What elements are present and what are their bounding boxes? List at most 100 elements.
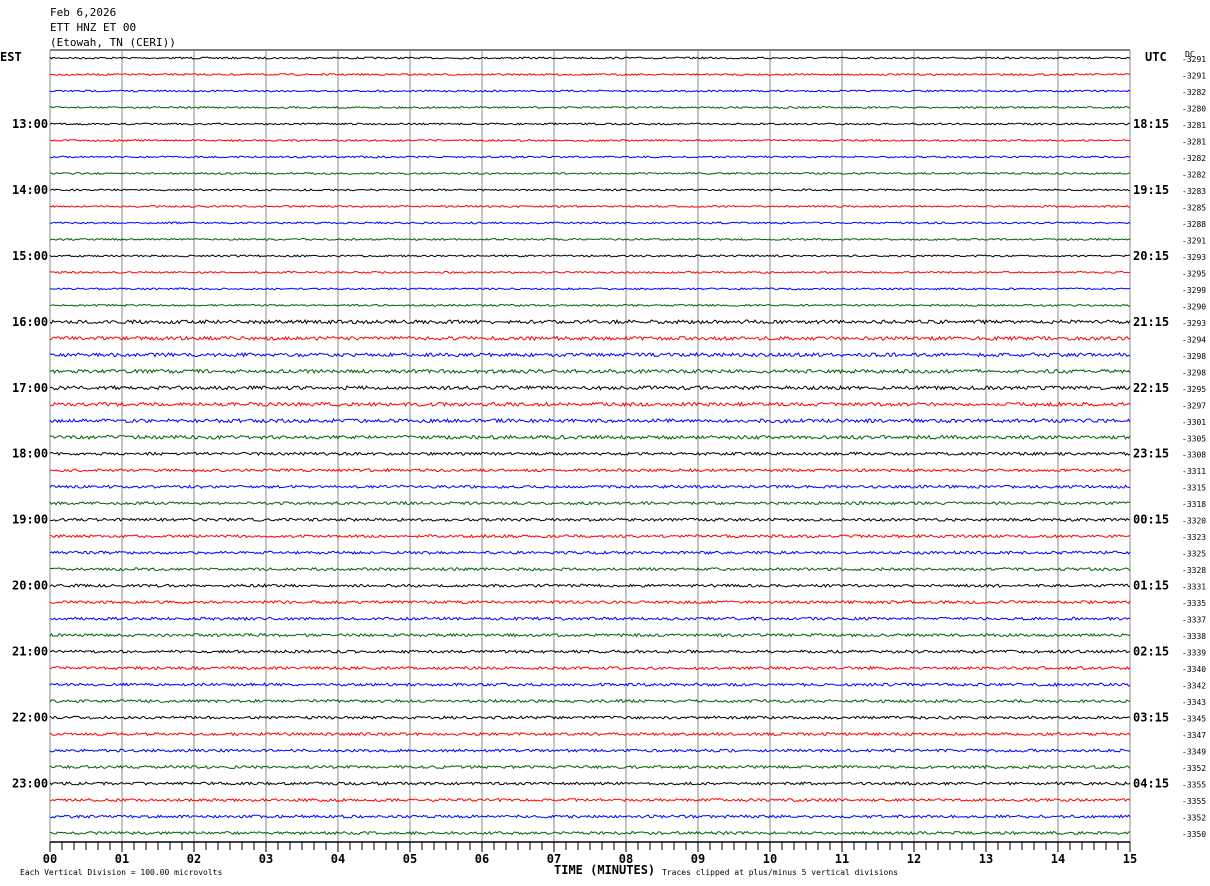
utc-hour-label: 02:15 <box>1133 645 1169 659</box>
dc-offset-label: -3299 <box>1182 286 1206 295</box>
trace-line <box>49 533 1131 539</box>
trace-line <box>50 814 1131 819</box>
dc-offset-label: -3349 <box>1182 748 1206 757</box>
dc-offset-label: -3282 <box>1182 88 1206 97</box>
dc-offset-label: -3350 <box>1182 830 1206 839</box>
trace-line <box>49 500 1131 506</box>
dc-offset-label: -3295 <box>1182 385 1206 394</box>
right-timezone: UTC <box>1145 50 1167 64</box>
trace-line <box>49 616 1130 621</box>
dc-offset-label: -3343 <box>1182 698 1206 707</box>
trace-line <box>49 287 1131 291</box>
dc-offset-label: -3308 <box>1182 451 1206 460</box>
trace-line <box>49 649 1131 654</box>
utc-hour-label: 03:15 <box>1133 711 1169 725</box>
dc-offset-label: -3323 <box>1182 533 1206 542</box>
est-hour-label: 22:00 <box>12 711 48 725</box>
dc-offset-label: -3325 <box>1182 550 1206 559</box>
trace-line <box>49 171 1131 176</box>
trace-line <box>49 764 1131 770</box>
est-hour-label: 17:00 <box>12 381 48 395</box>
dc-offset-label: -3293 <box>1182 319 1206 328</box>
x-tick-label: 03 <box>259 852 273 866</box>
x-tick-label: 06 <box>475 852 489 866</box>
dc-offset-label: -3301 <box>1182 418 1206 427</box>
dc-offset-label: -3338 <box>1182 632 1206 641</box>
dc-offset-label: -3342 <box>1182 682 1206 691</box>
dc-offset-label: -3290 <box>1182 302 1206 311</box>
utc-hour-label: 21:15 <box>1133 315 1169 329</box>
trace-line <box>49 122 1131 126</box>
scale-note: Each Vertical Division = 100.00 microvol… <box>20 868 222 877</box>
dc-offset-label: -3355 <box>1182 797 1206 806</box>
dc-offset-label: -3345 <box>1182 715 1206 724</box>
trace-line <box>49 583 1131 588</box>
dc-offset-label: -3320 <box>1182 517 1206 526</box>
est-hour-label: 18:00 <box>12 447 48 461</box>
est-hour-label: 15:00 <box>12 249 48 263</box>
dc-offset-label: -3298 <box>1182 368 1206 377</box>
dc-offset-label: -3315 <box>1182 484 1206 493</box>
utc-hour-label: 22:15 <box>1133 381 1169 395</box>
est-hour-label: 20:00 <box>12 579 48 593</box>
dc-offset-label: -3291 <box>1182 55 1206 64</box>
trace-line <box>49 566 1131 572</box>
trace-line <box>49 351 1131 358</box>
trace-line <box>49 303 1131 307</box>
dc-offset-label: -3288 <box>1182 220 1206 229</box>
utc-hour-label: 01:15 <box>1133 579 1169 593</box>
trace-line <box>49 731 1131 737</box>
dc-offset-label: -3335 <box>1182 599 1206 608</box>
dc-offset-label: -3281 <box>1182 137 1206 146</box>
dc-offset-label: -3297 <box>1182 401 1206 410</box>
x-tick-label: 12 <box>907 852 921 866</box>
dc-offset-label: -3328 <box>1182 566 1206 575</box>
x-tick-label: 11 <box>835 852 849 866</box>
trace-line <box>49 237 1131 241</box>
trace-line <box>49 401 1131 408</box>
trace-line <box>49 270 1131 274</box>
trace-line <box>49 417 1131 424</box>
date-label: Feb 6,2026 <box>50 6 116 19</box>
trace-line <box>49 797 1131 803</box>
dc-offset-label: -3311 <box>1182 467 1206 476</box>
trace-line <box>49 335 1131 342</box>
dc-offset-label: -3285 <box>1182 203 1206 212</box>
x-tick-label: 01 <box>115 852 129 866</box>
x-tick-label: 02 <box>187 852 201 866</box>
x-tick-label: 10 <box>763 852 777 866</box>
dc-offset-label: -3283 <box>1182 187 1206 196</box>
trace-line <box>49 665 1131 671</box>
dc-offset-label: -3295 <box>1182 269 1206 278</box>
trace-line <box>49 830 1131 836</box>
dc-offset-label: -3355 <box>1182 781 1206 790</box>
trace-line <box>49 221 1131 225</box>
trace-line <box>49 72 1131 77</box>
dc-offset-label: -3298 <box>1182 352 1206 361</box>
left-timezone: EST <box>0 50 22 64</box>
utc-hour-label: 23:15 <box>1133 447 1169 461</box>
utc-hour-label: 20:15 <box>1133 249 1169 263</box>
trace-line <box>49 254 1131 258</box>
trace-line <box>49 467 1131 473</box>
dc-offset-label: -3281 <box>1182 121 1206 130</box>
utc-hour-label: 18:15 <box>1133 117 1169 131</box>
dc-offset-label: -3352 <box>1182 764 1206 773</box>
trace-line <box>49 138 1131 143</box>
grid <box>49 49 1131 842</box>
utc-hour-label: 19:15 <box>1133 183 1169 197</box>
est-hour-label: 19:00 <box>12 513 48 527</box>
trace-line <box>49 517 1131 523</box>
dc-offset-label: -3293 <box>1182 253 1206 262</box>
dc-offset-label: -3291 <box>1182 236 1206 245</box>
est-hour-label: 13:00 <box>12 117 48 131</box>
clip-note: Traces clipped at plus/minus 5 vertical … <box>662 868 898 877</box>
dc-offset-label: -3347 <box>1182 731 1206 740</box>
est-hour-label: 16:00 <box>12 315 48 329</box>
dc-offset-label: -3337 <box>1182 616 1206 625</box>
traces <box>49 56 1131 836</box>
trace-line <box>49 715 1131 720</box>
trace-line <box>49 188 1131 192</box>
utc-hour-label: 04:15 <box>1133 777 1169 791</box>
trace-line <box>49 632 1131 638</box>
